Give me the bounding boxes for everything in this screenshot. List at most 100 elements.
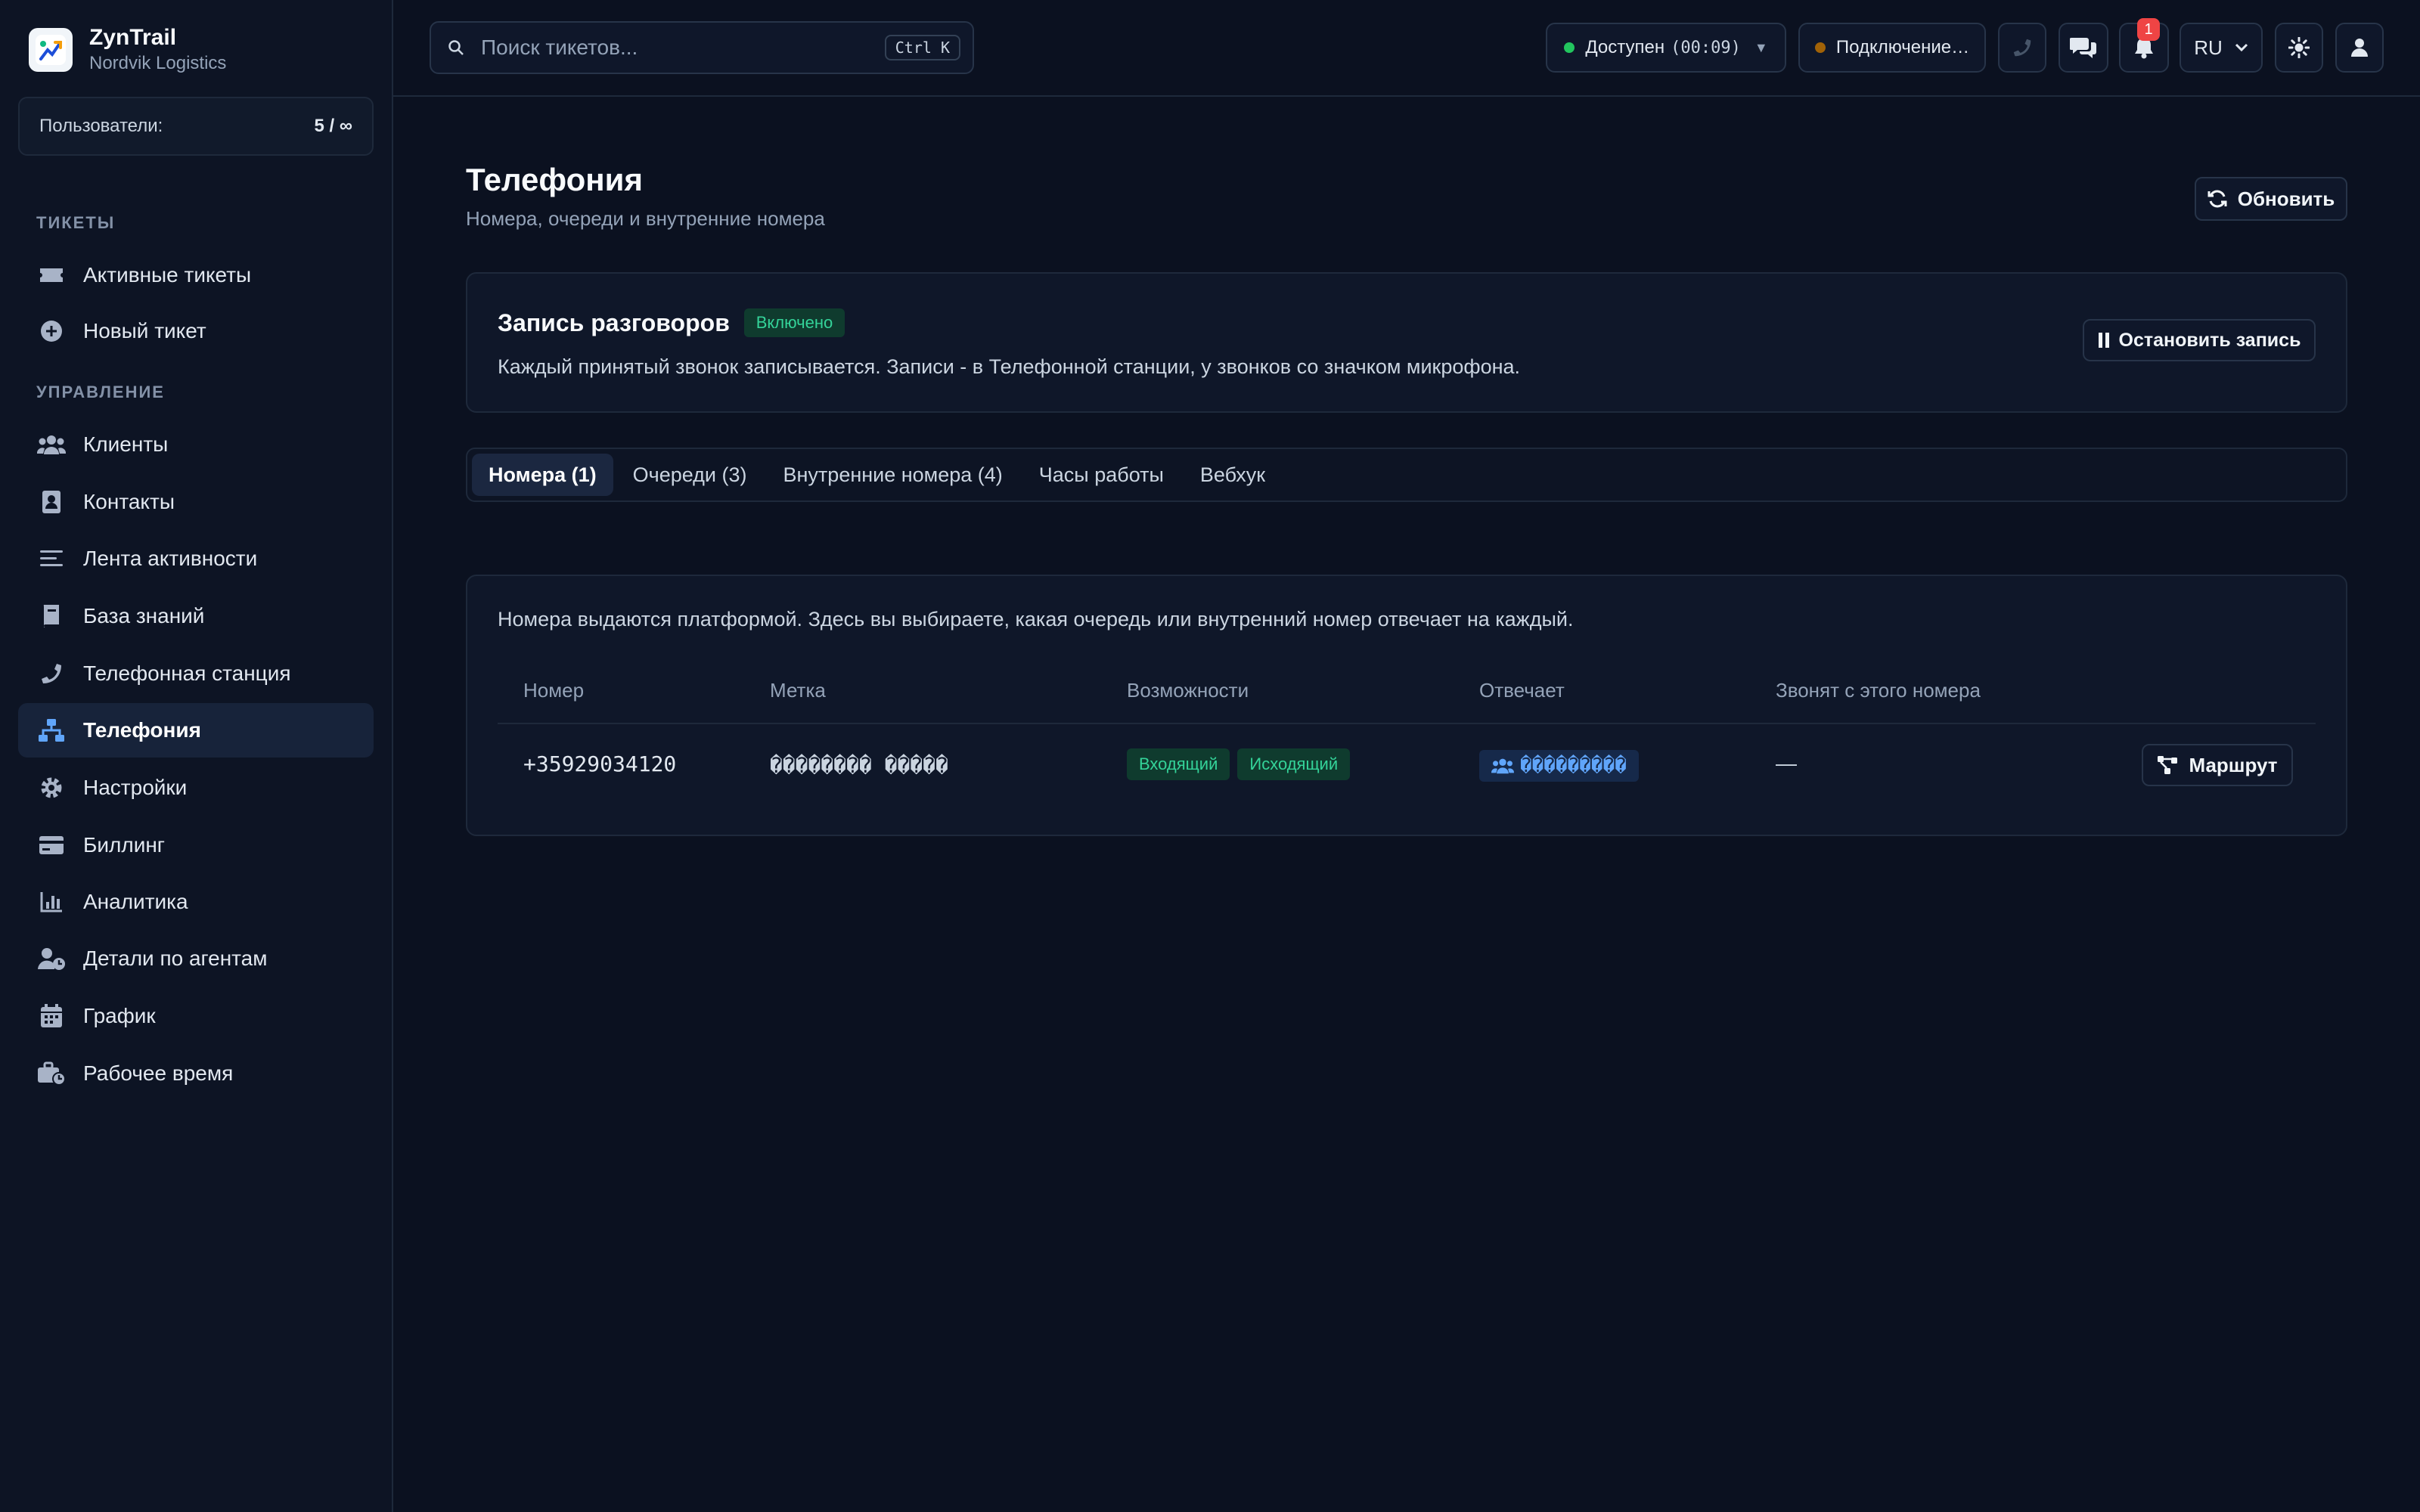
notifications-button[interactable]: 1 [2119, 18, 2169, 73]
sidebar: ZynTrail Nordvik Logistics Пользователи:… [0, 0, 393, 1512]
sidebar-item-label: Клиенты [83, 432, 169, 456]
page-subtitle: Номера, очереди и внутренние номера [466, 207, 825, 230]
language-label: RU [2194, 36, 2223, 59]
connection-dot [1814, 42, 1826, 53]
capability-badge-incoming: Входящий [1127, 748, 1230, 780]
chevron-down-icon [2235, 43, 2248, 52]
sidebar-item-label: Телефонная станция [83, 662, 291, 685]
sidebar-item-clients[interactable]: Клиенты [18, 417, 374, 472]
notifications-badge: 1 [2137, 18, 2160, 41]
sidebar-item-billing[interactable]: Биллинг [18, 818, 374, 872]
sidebar-item-label: База знаний [83, 604, 205, 627]
pause-icon [2098, 332, 2110, 349]
sidebar-item-phone-station[interactable]: Телефонная станция [18, 646, 374, 701]
chat-bubbles-icon [2070, 36, 2097, 59]
sidebar-item-label: Биллинг [83, 833, 166, 857]
answering-queue-chip[interactable]: ��������� [1479, 750, 1639, 782]
plus-circle-icon [36, 316, 67, 346]
tab-queues[interactable]: Очереди (3) [616, 454, 764, 496]
sidebar-item-label: Активные тикеты [83, 263, 252, 287]
sidebar-item-label: Рабочее время [83, 1061, 234, 1085]
brand-name: ZynTrail [89, 25, 177, 50]
sidebar-item-schedule[interactable]: График [18, 989, 374, 1043]
phone-icon [2012, 38, 2032, 57]
contact-card-icon [36, 487, 67, 517]
gear-icon [36, 773, 67, 803]
number-label: �������� ����� [770, 753, 949, 778]
tab-working-hours[interactable]: Часы работы [1022, 454, 1181, 496]
connection-status[interactable]: Подключение… [1798, 23, 1986, 73]
theme-toggle[interactable] [2275, 23, 2323, 73]
sidebar-item-active-tickets[interactable]: Активные тикеты [18, 248, 374, 302]
search-shortcut: Ctrl K [884, 35, 960, 60]
refresh-label: Обновить [2237, 187, 2335, 210]
sidebar-item-label: Настройки [83, 776, 188, 799]
sidebar-item-new-ticket[interactable]: Новый тикет [18, 304, 374, 358]
sidebar-item-analytics[interactable]: Аналитика [18, 875, 374, 929]
brand-logo [29, 28, 73, 72]
status-dot [1564, 42, 1575, 53]
column-header-label: Метка [770, 679, 826, 702]
list-icon [36, 544, 67, 574]
search-icon [448, 39, 464, 56]
users-quota-label: Пользователи: [39, 116, 163, 136]
brand[interactable]: ZynTrail Nordvik Logistics [29, 24, 226, 76]
tab-numbers[interactable]: Номера (1) [472, 454, 613, 496]
section-label-manage: УПРАВЛЕНИЕ [36, 383, 165, 401]
tab-webhook[interactable]: Вебхук [1184, 454, 1282, 496]
telephony-tabs: Номера (1) Очереди (3) Внутренние номера… [466, 448, 2347, 502]
column-header-answers: Отвечает [1479, 679, 1565, 702]
capability-badge-outgoing: Исходящий [1237, 748, 1351, 780]
column-header-caller-id: Звонят с этого номера [1776, 679, 1981, 702]
sidebar-item-knowledge-base[interactable]: База знаний [18, 589, 374, 643]
answers-cell: ��������� [1479, 750, 1639, 782]
route-button[interactable]: Маршрут [2142, 744, 2293, 786]
numbers-info: Номера выдаются платформой. Здесь вы выб… [498, 608, 1574, 631]
sidebar-item-label: Новый тикет [83, 319, 206, 342]
numbers-card: Номера выдаются платформой. Здесь вы выб… [466, 575, 2347, 836]
caller-id-value: — [1776, 751, 1797, 775]
sidebar-item-activity-feed[interactable]: Лента активности [18, 531, 374, 586]
profile-button[interactable] [2335, 23, 2384, 73]
sidebar-item-label: Телефония [83, 718, 201, 742]
calendar-icon [36, 1001, 67, 1031]
ticket-icon [36, 260, 67, 290]
book-icon [36, 601, 67, 631]
sidebar-item-label: График [83, 1004, 156, 1027]
sidebar-item-telephony[interactable]: Телефония [18, 703, 374, 758]
bar-chart-icon [36, 887, 67, 917]
tab-extensions[interactable]: Внутренние номера (4) [767, 454, 1019, 496]
status-label: Доступен [1585, 37, 1665, 57]
sidebar-item-agent-details[interactable]: Детали по агентам [18, 931, 374, 986]
chat-button[interactable] [2059, 23, 2108, 73]
recording-title: Запись разговоров [498, 309, 730, 336]
user-icon [2350, 38, 2369, 57]
recording-status-badge: Включено [743, 308, 845, 337]
route-icon [2157, 755, 2178, 775]
stop-recording-button[interactable]: Остановить запись [2083, 319, 2316, 361]
brand-org: Nordvik Logistics [89, 53, 227, 73]
caret-down-icon: ▼ [1754, 39, 1768, 55]
search-box[interactable]: Ctrl K [430, 21, 974, 74]
credit-card-icon [36, 830, 67, 860]
sidebar-item-label: Лента активности [83, 547, 258, 570]
column-header-number: Номер [523, 679, 585, 702]
refresh-button[interactable]: Обновить [2195, 177, 2347, 221]
sidebar-item-label: Контакты [83, 490, 175, 513]
recording-card: Запись разговоров Включено Каждый принят… [466, 272, 2347, 413]
status-timer: (00:09) [1671, 38, 1741, 57]
page-title: Телефония [466, 162, 643, 197]
route-label: Маршрут [2189, 753, 2278, 776]
sidebar-item-label: Детали по агентам [83, 947, 268, 970]
search-input[interactable] [481, 36, 885, 60]
sidebar-item-working-time[interactable]: Рабочее время [18, 1046, 374, 1101]
call-button[interactable] [1998, 23, 2046, 73]
sidebar-item-contacts[interactable]: Контакты [18, 475, 374, 529]
refresh-icon [2207, 189, 2227, 209]
language-selector[interactable]: RU [2180, 23, 2263, 73]
users-icon [1491, 758, 1514, 774]
users-icon [36, 429, 67, 460]
topbar: Ctrl K Доступен (00:09) ▼ Подключение… 1… [393, 0, 2420, 97]
status-selector[interactable]: Доступен (00:09) ▼ [1546, 23, 1786, 73]
sidebar-item-settings[interactable]: Настройки [18, 761, 374, 815]
